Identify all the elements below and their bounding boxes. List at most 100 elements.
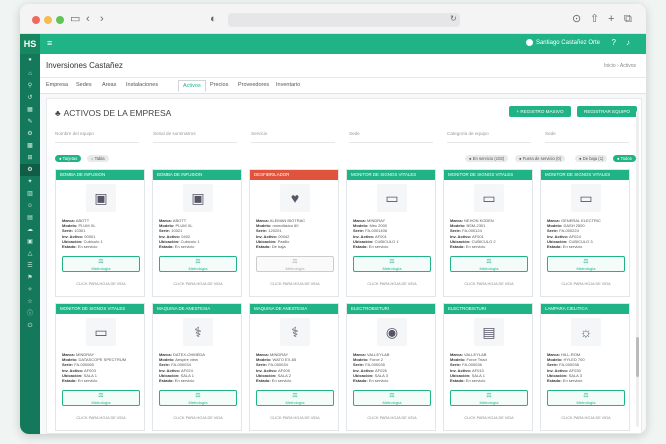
asset-card[interactable]: ELECTROBISTURI ◉ Marca: VALLEYLAB Modelo: F…	[346, 303, 436, 431]
tab-proveedores[interactable]: Proveedores	[238, 82, 269, 88]
sidebar-item-grid[interactable]: ▩	[20, 140, 40, 152]
metrologia-button[interactable]: ⚖ Metrología	[353, 390, 431, 406]
tab-precios[interactable]: Precios	[210, 82, 228, 88]
sidebar-item-docs[interactable]: ▤	[20, 212, 40, 224]
shield-icon[interactable]: ◐	[210, 13, 217, 25]
hoja-de-vida-link[interactable]: CLICK PARA HOJA DE VIDA	[347, 282, 437, 286]
asset-card[interactable]: MONITOR DE SIGNOS VITALES ▭ Marca: NEHON K…	[443, 169, 533, 297]
filter-serial[interactable]: Serial de suministros	[153, 131, 237, 143]
sidebar-item-home[interactable]: ⌂	[20, 68, 40, 80]
sidebar-item-settings[interactable]: ⚙	[20, 128, 40, 140]
hoja-de-vida-link[interactable]: CLICK PARA HOJA DE VIDA	[347, 416, 437, 420]
sidebar-item-building[interactable]: ▦	[20, 104, 40, 116]
breadcrumb-home[interactable]: Inicio	[604, 63, 616, 69]
share-icon[interactable]: ⇧	[590, 13, 599, 25]
sidebar-avatar[interactable]: ●	[20, 54, 40, 68]
asset-card[interactable]: MONITOR DE SIGNOS VITALES ▭ Marca: MINDRAY…	[55, 303, 145, 431]
sidebar-item-logout[interactable]: ⏻	[20, 320, 40, 332]
metrologia-button[interactable]: ⚖ Metrología	[159, 390, 237, 406]
hoja-de-vida-link[interactable]: CLICK PARA HOJA DE VIDA	[444, 282, 534, 286]
metrologia-button[interactable]: ⚖ Metrología	[62, 256, 140, 272]
sidebar-item-activos[interactable]: ⚙	[20, 164, 40, 176]
hoja-de-vida-link[interactable]: CLICK PARA HOJA DE VIDA	[541, 282, 631, 286]
asset-card[interactable]: MAQUINA DE ANESTESIA ⚕ Marca: MINDRAY Model…	[249, 303, 339, 431]
registrar-equipo-button[interactable]: REGISTRAR EQUIPO	[577, 106, 637, 117]
sidebar-item-list[interactable]: ☰	[20, 260, 40, 272]
sidebar-item-search[interactable]: ⚲	[20, 80, 40, 92]
help-icon[interactable]: ?	[612, 38, 616, 47]
sidebar-item-star[interactable]: ☆	[20, 296, 40, 308]
tabs-icon[interactable]: ⧉	[624, 13, 632, 25]
sidebar-item-info[interactable]: ⓘ	[20, 308, 40, 320]
filter-fuera-servicio[interactable]: ● Fuera de servicio (0)	[515, 155, 566, 162]
filter-en-servicio[interactable]: ● En servicio (103)	[465, 155, 509, 162]
toggle-tabla[interactable]: ○ Tabla	[87, 155, 109, 162]
tab-areas[interactable]: Areas	[102, 82, 116, 88]
filter-nombre[interactable]: Nombre del equipo	[55, 131, 139, 143]
metrologia-button[interactable]: ⚖ Metrología	[547, 256, 625, 272]
hoja-de-vida-link[interactable]: CLICK PARA HOJA DE VIDA	[541, 416, 631, 420]
hoja-de-vida-link[interactable]: CLICK PARA HOJA DE VIDA	[250, 282, 340, 286]
menu-icon[interactable]: ≡	[47, 38, 52, 48]
registro-masivo-button[interactable]: + REGISTRO MASIVO	[509, 106, 571, 117]
sidebar-toggle-icon[interactable]: ▭	[70, 13, 80, 25]
asset-card[interactable]: ELECTROBISTURI ▤ Marca: VALLEYLAB Modelo: F…	[443, 303, 533, 431]
filter-categoria[interactable]: Categoría de equipo	[447, 131, 531, 143]
hoja-de-vida-link[interactable]: CLICK PARA HOJA DE VIDA	[444, 416, 534, 420]
filter-de-baja[interactable]: ● De baja (1)	[575, 155, 608, 162]
bell-icon[interactable]: ♪	[626, 38, 630, 47]
hoja-de-vida-link[interactable]: CLICK PARA HOJA DE VIDA	[56, 416, 146, 420]
hoja-de-vida-link[interactable]: CLICK PARA HOJA DE VIDA	[56, 282, 146, 286]
close-dot[interactable]	[32, 16, 40, 24]
address-bar[interactable]	[228, 13, 460, 27]
sidebar-item-warning[interactable]: △	[20, 248, 40, 260]
metrologia-button[interactable]: ⚖ Metrología	[256, 390, 334, 406]
filter-sede-2[interactable]: Sede	[545, 131, 629, 143]
filter-sede[interactable]: Sede	[349, 131, 433, 143]
sidebar-item-calendar[interactable]: ▣	[20, 236, 40, 248]
new-tab-icon[interactable]: +	[608, 13, 614, 25]
tab-sedes[interactable]: Sedes	[76, 82, 92, 88]
asset-card[interactable]: BOMBA DE INFUSION ▣ Marca: ABOTT Modelo: PL…	[55, 169, 145, 297]
tab-inventario[interactable]: Inventario	[276, 82, 300, 88]
sidebar-item-history[interactable]: ↺	[20, 92, 40, 104]
sidebar-item-wrench[interactable]: ✦	[20, 176, 40, 188]
sidebar-item-cart[interactable]: ⊞	[20, 152, 40, 164]
hoja-de-vida-link[interactable]: CLICK PARA HOJA DE VIDA	[153, 282, 243, 286]
sidebar-item-chart[interactable]: ▥	[20, 188, 40, 200]
download-icon[interactable]: ⊙	[572, 13, 581, 25]
metrologia-button[interactable]: ⚖ Metrología	[547, 390, 625, 406]
asset-card[interactable]: DESFIBRILADOR ♥ Marca: ALEMAN BIOTRAC Model…	[249, 169, 339, 297]
reload-icon[interactable]: ↻	[450, 13, 457, 25]
sidebar-item-key[interactable]: ✧	[20, 284, 40, 296]
tab-empresa[interactable]: Empresa	[46, 82, 68, 88]
asset-card[interactable]: LAMPARA CIELITICA ☼ Marca: HILL-ROM Modelo:…	[540, 303, 630, 431]
asset-card[interactable]: MAQUINA DE ANESTESIA ⚕ Marca: DATEX-OHMEDA…	[152, 303, 242, 431]
metrologia-button[interactable]: ⚖ Metrología	[353, 256, 431, 272]
filter-servicio[interactable]: Servicio	[251, 131, 335, 143]
back-icon[interactable]: ‹	[86, 13, 90, 25]
tab-instalaciones[interactable]: Instalaciones	[126, 82, 158, 88]
tab-activos[interactable]: Activos	[178, 80, 206, 92]
app-logo[interactable]: HS	[20, 34, 40, 54]
user-menu[interactable]: Santiago Castañez Orte	[525, 39, 600, 46]
metrologia-button[interactable]: ⚖ Metrología	[450, 390, 528, 406]
maximize-dot[interactable]	[56, 16, 64, 24]
sidebar-item-flag[interactable]: ⚑	[20, 272, 40, 284]
scrollbar-thumb[interactable]	[636, 337, 639, 377]
sidebar-item-tools[interactable]: ✎	[20, 116, 40, 128]
metrologia-button[interactable]: ⚖ Metrología	[256, 256, 334, 272]
toggle-tarjetas[interactable]: ● Tarjetas	[55, 155, 82, 162]
asset-card[interactable]: MONITOR DE SIGNOS VITALES ▭ Marca: GENERAL…	[540, 169, 630, 297]
metrologia-button[interactable]: ⚖ Metrología	[450, 256, 528, 272]
asset-card[interactable]: MONITOR DE SIGNOS VITALES ▭ Marca: MINDRAY…	[346, 169, 436, 297]
sidebar-item-cloud[interactable]: ☁	[20, 224, 40, 236]
metrologia-button[interactable]: ⚖ Metrología	[62, 390, 140, 406]
filter-todos[interactable]: ● Todos	[613, 155, 636, 162]
minimize-dot[interactable]	[44, 16, 52, 24]
scrollbar[interactable]	[636, 111, 639, 427]
asset-card[interactable]: BOMBA DE INFUSION ▣ Marca: ABOTT Modelo: PL…	[152, 169, 242, 297]
hoja-de-vida-link[interactable]: CLICK PARA HOJA DE VIDA	[153, 416, 243, 420]
hoja-de-vida-link[interactable]: CLICK PARA HOJA DE VIDA	[250, 416, 340, 420]
metrologia-button[interactable]: ⚖ Metrología	[159, 256, 237, 272]
